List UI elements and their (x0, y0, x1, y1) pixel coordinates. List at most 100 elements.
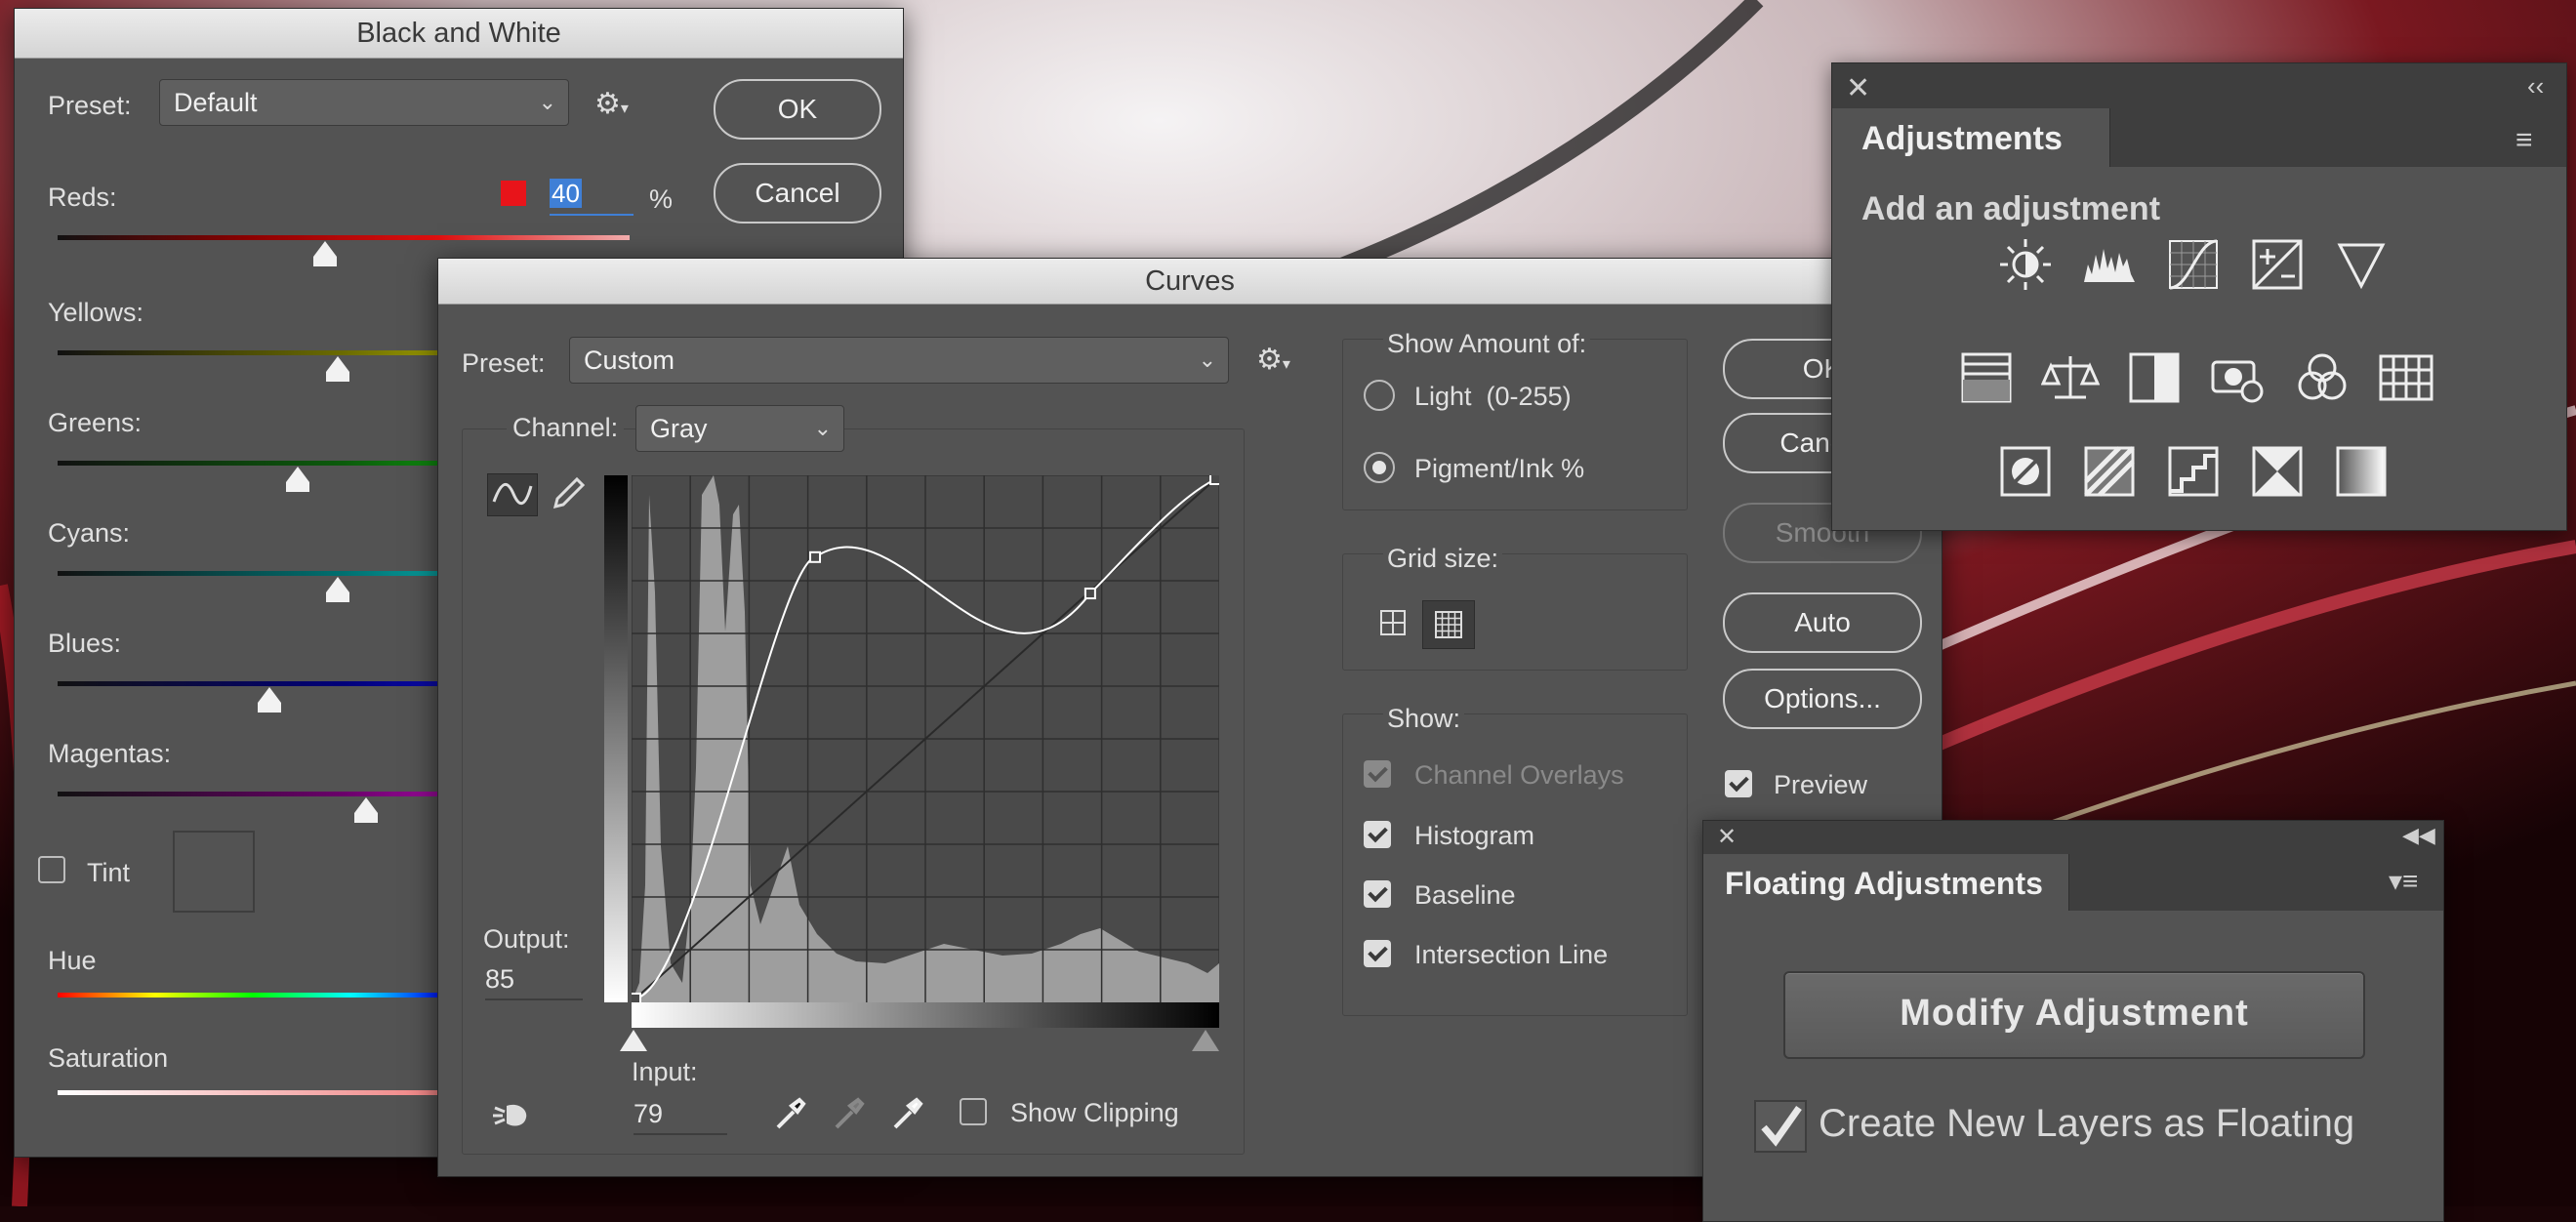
black-white-icon[interactable] (2125, 348, 2184, 407)
grid-size-label: Grid size: (1383, 544, 1503, 574)
pigment-option-label: Pigment/Ink % (1414, 454, 1585, 483)
panel-menu-icon[interactable]: ▾≡ (2389, 868, 2418, 895)
channel-dropdown[interactable]: Gray ⌄ (635, 405, 844, 452)
reds-slider-thumb[interactable] (313, 241, 337, 266)
histogram-checkbox[interactable] (1364, 821, 1391, 848)
collapse-icon[interactable]: ◀◀ (2402, 823, 2435, 848)
slider-thumb[interactable] (286, 467, 310, 492)
invert-icon[interactable] (1996, 442, 2055, 501)
channel-mixer-icon[interactable] (2293, 348, 2351, 407)
threshold-icon[interactable] (2164, 442, 2223, 501)
light-radio[interactable] (1364, 380, 1395, 411)
modify-adjustment-button[interactable]: Modify Adjustment (1783, 971, 2365, 1059)
hue-saturation-icon[interactable] (1957, 348, 2016, 407)
close-icon[interactable]: ✕ (1846, 71, 1870, 105)
white-point-slider-icon[interactable] (1192, 1030, 1219, 1051)
preset-label: Preset: (462, 348, 546, 378)
cancel-button[interactable]: Cancel (714, 163, 881, 224)
gray-eyedropper-icon[interactable] (829, 1094, 868, 1138)
vibrance-icon[interactable] (2332, 235, 2391, 294)
output-value: 85 (485, 964, 515, 994)
slider-thumb[interactable] (257, 687, 281, 713)
panel-tab-strip (2110, 108, 2566, 167)
percent-label: % (649, 184, 674, 214)
preview-checkbox[interactable] (1725, 770, 1752, 797)
tint-checkbox[interactable] (38, 856, 65, 883)
show-clipping-checkbox[interactable] (960, 1098, 987, 1125)
input-value: 79 (634, 1099, 664, 1128)
dialog-title: Curves (438, 259, 1942, 305)
ok-button[interactable]: OK (714, 79, 881, 140)
chevron-down-icon: ⌄ (813, 416, 832, 440)
reds-value-input[interactable]: 40 (550, 179, 634, 216)
gear-icon[interactable]: ⚙▾ (1256, 343, 1290, 377)
black-eyedropper-icon[interactable] (770, 1094, 809, 1138)
color-balance-icon[interactable] (2040, 348, 2101, 407)
panel-top-bar (1832, 63, 2566, 108)
panel-menu-icon[interactable]: ≡ (2515, 126, 2533, 155)
panel-title: Adjustments (1861, 120, 2063, 157)
preset-value: Custom (584, 346, 675, 375)
hue-label: Hue (48, 946, 97, 975)
channel-label: Channel: (507, 413, 625, 443)
reds-slider-track[interactable] (58, 235, 630, 240)
tint-color-swatch[interactable] (173, 831, 255, 913)
preset-dropdown[interactable]: Default ⌄ (159, 79, 569, 126)
slider-thumb[interactable] (354, 797, 379, 823)
input-value-input[interactable]: 79 (634, 1094, 727, 1135)
slider-thumb[interactable] (326, 356, 350, 382)
light-option-label: Light (0-255) (1414, 382, 1572, 411)
brightness-contrast-icon[interactable] (1996, 235, 2055, 294)
show-options-group (1342, 713, 1688, 1016)
selective-color-icon[interactable] (2248, 442, 2307, 501)
reds-value: 40 (550, 179, 582, 208)
curve-point-tool-icon[interactable] (487, 473, 538, 516)
intersection-line-label: Intersection Line (1414, 940, 1609, 969)
preset-label: Preset: (48, 91, 132, 120)
channel-overlays-label: Channel Overlays (1414, 760, 1624, 790)
chevron-down-icon: ⌄ (1198, 347, 1216, 372)
intersection-line-checkbox[interactable] (1364, 940, 1391, 967)
gear-icon[interactable]: ⚙▾ (594, 87, 629, 121)
gradient-map-icon[interactable] (2332, 442, 2391, 501)
curve-graph[interactable] (632, 475, 1219, 1002)
output-value-input[interactable]: 85 (485, 959, 583, 1000)
pigment-radio[interactable] (1364, 452, 1395, 483)
curves-icon[interactable] (2164, 235, 2223, 294)
create-floating-checkbox[interactable] (1754, 1100, 1807, 1153)
baseline-checkbox[interactable] (1364, 880, 1391, 908)
pencil-icon[interactable] (548, 473, 591, 514)
color-lookup-icon[interactable] (2377, 348, 2435, 407)
preset-value: Default (174, 88, 258, 117)
hue-slider-track[interactable] (58, 993, 448, 998)
floating-adjustments-tab[interactable]: Floating Adjustments (1703, 854, 2069, 911)
close-icon[interactable]: ✕ (1717, 823, 1737, 851)
adjustments-tab[interactable]: Adjustments (1832, 108, 2110, 167)
white-eyedropper-icon[interactable] (887, 1094, 926, 1138)
curve-point (632, 993, 641, 1002)
channel-overlays-checkbox[interactable] (1364, 760, 1391, 788)
options-button[interactable]: Options... (1723, 669, 1922, 729)
black-point-slider-icon[interactable] (620, 1030, 647, 1051)
levels-icon[interactable] (2080, 235, 2139, 294)
detailed-grid-icon[interactable] (1422, 600, 1475, 649)
saturation-slider-track[interactable] (58, 1090, 448, 1095)
curve-point (1209, 475, 1219, 485)
slider-label: Magentas: (48, 739, 172, 768)
input-label: Input: (632, 1057, 698, 1086)
on-image-adjust-icon[interactable] (489, 1098, 532, 1138)
panel-top-bar (1703, 821, 2443, 854)
simple-grid-icon[interactable] (1370, 600, 1416, 645)
collapse-icon[interactable]: ‹‹ (2527, 71, 2544, 102)
slider-thumb[interactable] (326, 577, 350, 602)
reds-swatch (501, 181, 526, 206)
show-amount-group (1342, 339, 1688, 510)
adjustments-panel: ✕ ‹‹ Adjustments ≡ Add an adjustment (1831, 62, 2567, 531)
saturation-label: Saturation (48, 1043, 169, 1073)
preview-label: Preview (1774, 770, 1868, 799)
posterize-icon[interactable] (2080, 442, 2139, 501)
photo-filter-icon[interactable] (2209, 348, 2268, 407)
exposure-icon[interactable] (2248, 235, 2307, 294)
auto-button[interactable]: Auto (1723, 592, 1922, 653)
preset-dropdown[interactable]: Custom ⌄ (569, 337, 1229, 384)
